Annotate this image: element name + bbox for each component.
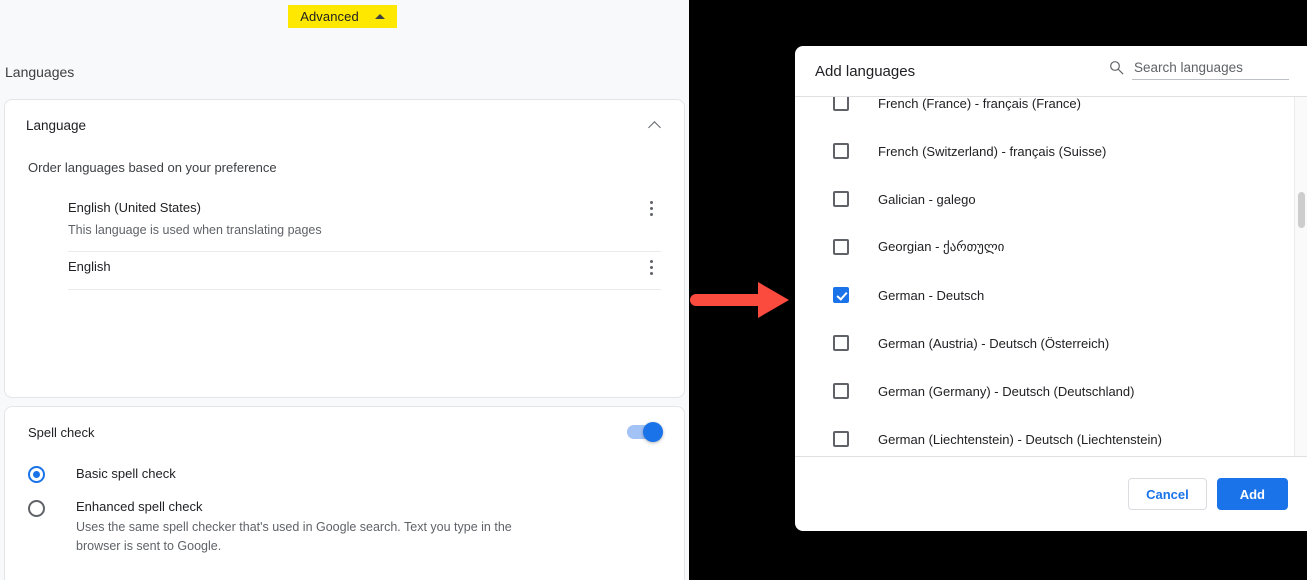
spell-check-toggle[interactable] — [627, 422, 663, 442]
table-row[interactable]: English (United States) This language is… — [68, 193, 661, 252]
language-card-subhead: Order languages based on your preference — [28, 160, 277, 175]
checkbox-icon[interactable] — [833, 431, 849, 447]
list-item-label: French (Switzerland) - français (Suisse) — [878, 143, 1107, 159]
list-item[interactable]: German (Germany) - Deutsch (Deutschland) — [795, 367, 1307, 415]
list-item-label: German (Austria) - Deutsch (Österreich) — [878, 335, 1110, 351]
spell-check-card: Spell check Basic spell check Enhanced s… — [4, 406, 685, 580]
more-options-icon[interactable] — [643, 259, 661, 277]
more-options-icon[interactable] — [643, 200, 661, 218]
list-item-label: German - Deutsch — [878, 287, 985, 303]
list-item-label: German (Germany) - Deutsch (Deutschland) — [878, 383, 1135, 399]
radio-basic-spell-check[interactable] — [28, 466, 45, 483]
dialog-title: Add languages — [815, 62, 916, 80]
dialog-header: Add languages — [795, 46, 1307, 96]
list-item[interactable]: French (France) - français (France) — [795, 96, 1307, 127]
radio-enhanced-spell-check[interactable] — [28, 500, 45, 517]
language-card-header[interactable]: Language — [5, 100, 684, 150]
dialog-footer: Cancel Add — [795, 457, 1307, 531]
checkbox-icon[interactable] — [833, 335, 849, 351]
scrollbar[interactable] — [1294, 97, 1307, 456]
language-name: English — [68, 258, 111, 274]
checkbox-icon[interactable] — [833, 97, 849, 111]
add-button[interactable]: Add — [1216, 478, 1288, 510]
checkbox-icon[interactable] — [833, 191, 849, 207]
basic-spell-check-option[interactable]: Basic spell check — [5, 465, 684, 483]
enhanced-spell-check-option[interactable]: Enhanced spell check Uses the same spell… — [5, 499, 684, 557]
list-item[interactable]: German (Liechtenstein) - Deutsch (Liecht… — [795, 415, 1307, 456]
screenshot-root: Advanced Languages Language Order langua… — [0, 0, 1307, 580]
language-card: Language Order languages based on your p… — [4, 99, 685, 487]
list-item-label: French (France) - français (France) — [878, 96, 1081, 111]
language-name: English (United States) — [68, 200, 201, 215]
basic-spell-check-label: Basic spell check — [76, 466, 176, 481]
enhanced-spell-check-description: Uses the same spell checker that's used … — [76, 520, 512, 554]
language-list: English (United States) This language is… — [5, 193, 684, 290]
list-item[interactable]: French (Switzerland) - français (Suisse) — [795, 127, 1307, 175]
settings-panel: Advanced Languages Language Order langua… — [0, 0, 689, 580]
chevron-up-icon[interactable] — [648, 120, 661, 134]
list-item-label: German (Liechtenstein) - Deutsch (Liecht… — [878, 431, 1162, 447]
checkbox-icon[interactable] — [833, 143, 849, 159]
enhanced-spell-check-label: Enhanced spell check — [76, 499, 203, 514]
caret-up-icon — [374, 14, 385, 19]
language-note: This language is used when translating p… — [68, 222, 322, 237]
list-item[interactable]: Galician - galego — [795, 175, 1307, 223]
checkbox-icon[interactable] — [833, 239, 849, 255]
language-card-title: Language — [26, 117, 87, 133]
list-item-label: Georgian - ქართული — [878, 239, 1005, 254]
page-title: Languages — [5, 64, 75, 80]
language-options-list[interactable]: French (France) - français (France) Fren… — [795, 96, 1307, 457]
list-item-selected[interactable]: German - Deutsch — [795, 271, 1307, 319]
list-item[interactable]: German (Austria) - Deutsch (Österreich) — [795, 319, 1307, 367]
search-input[interactable] — [1132, 60, 1289, 80]
spell-check-header: Spell check — [5, 407, 684, 457]
add-languages-dialog: Add languages French (France) - français… — [795, 46, 1307, 531]
red-arrow-annotation — [690, 282, 789, 318]
table-row[interactable]: English — [68, 252, 661, 290]
advanced-label: Advanced — [300, 9, 359, 24]
search-icon — [1110, 61, 1124, 75]
spell-check-title: Spell check — [28, 424, 95, 440]
checkbox-icon[interactable] — [833, 383, 849, 399]
scrollbar-thumb[interactable] — [1298, 192, 1305, 228]
list-item[interactable]: Georgian - ქართული — [795, 223, 1307, 271]
checkbox-checked-icon[interactable] — [833, 287, 849, 303]
cancel-button[interactable]: Cancel — [1128, 478, 1207, 510]
search-languages-wrapper — [1109, 60, 1289, 82]
list-item-label: Galician - galego — [878, 191, 976, 207]
advanced-section-toggle[interactable]: Advanced — [288, 5, 397, 28]
